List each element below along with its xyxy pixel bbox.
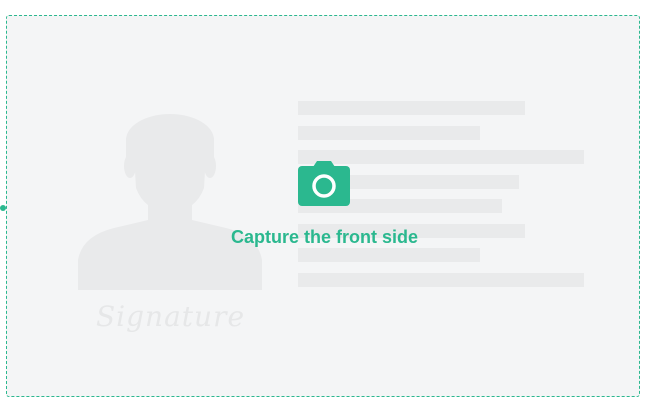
capture-screen: Signature Capture the front side [0, 0, 656, 416]
placeholder-line [298, 273, 584, 287]
capture-front-side-label[interactable]: Capture the front side [0, 227, 649, 248]
signature-placeholder: Signature [96, 300, 246, 333]
placeholder-line [298, 248, 480, 262]
placeholder-line [298, 101, 525, 115]
camera-icon[interactable] [298, 160, 350, 206]
placeholder-line [298, 126, 480, 140]
frame-edge-marker [0, 205, 6, 211]
person-silhouette-icon [78, 110, 262, 290]
